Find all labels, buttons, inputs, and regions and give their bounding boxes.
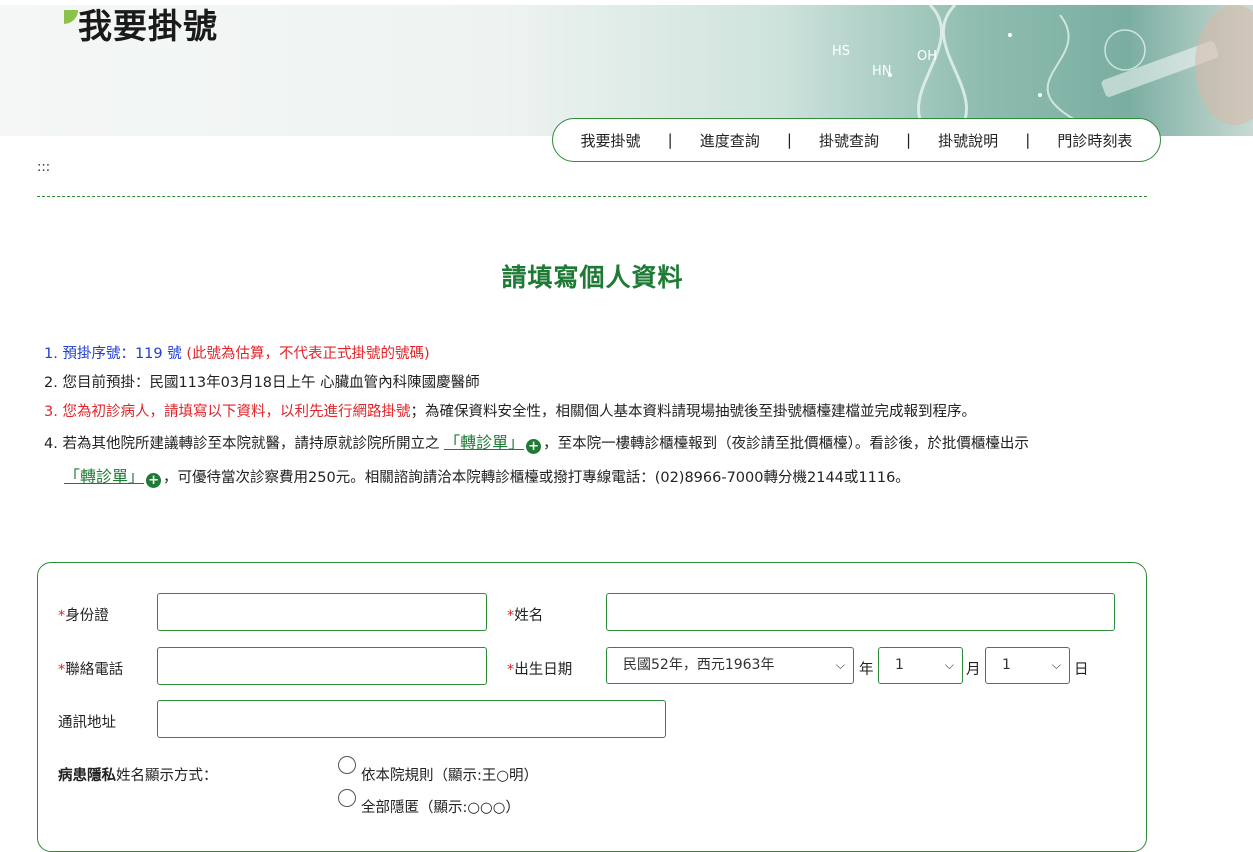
- note-item-4-continued: 「轉診單」 + ，可優待當次診察費用250元。相關諮詢請洽本院轉診櫃檯或撥打專線電話…: [44, 460, 1164, 495]
- page-title: 請填寫個人資料: [501, 263, 684, 292]
- banner-title: 我要掛號: [78, 7, 218, 47]
- personal-info-form: *身份證 *姓名 *聯絡電話 *出生日期 民國52年，西元1963年 ⌵ 年 1…: [37, 562, 1147, 852]
- birthdate-label-text: 出生日期: [514, 662, 573, 678]
- note-number: 2.: [44, 375, 58, 391]
- note-item-1: 1. 預掛序號：119 號 (此號為估算，不代表正式掛號的號碼): [44, 340, 1164, 369]
- birth-month-select[interactable]: 1 ⌵: [878, 647, 963, 684]
- birthdate-label: *出生日期: [507, 658, 572, 679]
- chevron-down-icon: ⌵: [944, 658, 954, 672]
- month-unit: 月: [966, 662, 981, 678]
- nav-item-schedule[interactable]: 門診時刻表: [1057, 130, 1132, 151]
- nav-item-register[interactable]: 我要掛號: [581, 130, 641, 151]
- id-label: *身份證: [58, 604, 109, 625]
- id-number-input[interactable]: [157, 593, 487, 631]
- address-label: 通訊地址: [58, 715, 116, 731]
- note-item-4: 4. 若為其他院所建議轉診至本院就醫，請持原就診院所開立之 「轉診單」 + ，至本院…: [44, 427, 1164, 460]
- birth-month-value: 1: [895, 657, 904, 673]
- birth-year-value: 民國52年，西元1963年: [623, 657, 775, 673]
- note-number: 4.: [44, 436, 58, 452]
- banner-deco-text-oh: OH: [917, 49, 937, 64]
- phone-label-text: 聯絡電話: [65, 662, 124, 678]
- estimate-disclaimer: (此號為估算，不代表正式掛號的號碼): [186, 346, 430, 362]
- nav-item-instructions[interactable]: 掛號說明: [938, 130, 998, 151]
- plus-circle-icon[interactable]: +: [146, 473, 162, 488]
- nav-separator: |: [1025, 131, 1031, 149]
- address-input[interactable]: [157, 700, 666, 738]
- name-label-text: 姓名: [514, 608, 544, 624]
- id-label-text: 身份證: [65, 608, 109, 624]
- referral-text: 若為其他院所建議轉診至本院就醫，請持原就診院所開立之: [62, 436, 440, 452]
- first-visit-notice: 您為初診病人，請填寫以下資料，以利先進行網路掛號: [62, 404, 411, 420]
- privacy-option-radio-1[interactable]: [338, 756, 356, 774]
- referral-form-link[interactable]: 「轉診單」: [444, 433, 524, 452]
- privacy-label-bold: 病患隱私: [58, 768, 116, 784]
- notes-list: 1. 預掛序號：119 號 (此號為估算，不代表正式掛號的號碼) 2. 您目前預…: [44, 340, 1164, 495]
- nav-separator: |: [786, 131, 792, 149]
- note-item-3: 3. 您為初診病人，請填寫以下資料，以利先進行網路掛號；為確保資料安全性，相關個…: [44, 398, 1164, 427]
- phone-label: *聯絡電話: [58, 658, 123, 679]
- privacy-label: 病患隱私姓名顯示方式：: [58, 764, 218, 785]
- security-notice: ；為確保資料安全性，相關個人基本資料請現場抽號後至掛號櫃檯建檔並完成報到程序。: [410, 404, 976, 420]
- birth-year-select[interactable]: 民國52年，西元1963年 ⌵: [606, 647, 854, 684]
- nav-separator: |: [667, 131, 673, 149]
- privacy-option-radio-2[interactable]: [338, 789, 356, 807]
- chevron-down-icon: ⌵: [835, 658, 845, 672]
- appointment-summary: 您目前預掛：民國113年03月18日上午 心臟血管內科陳國慶醫師: [62, 375, 480, 391]
- nav-item-query[interactable]: 掛號查詢: [819, 130, 879, 151]
- name-input[interactable]: [606, 593, 1115, 631]
- birth-day-value: 1: [1002, 657, 1011, 673]
- privacy-option-2-label: 全部隱匿（顯示:○○○）: [361, 800, 520, 816]
- header-banner: HS HN OH 我要掛號: [0, 5, 1253, 136]
- nav-separator: |: [906, 131, 912, 149]
- referral-form-link-2[interactable]: 「轉診單」: [64, 467, 144, 486]
- referral-text-post: ，可優待當次診察費用250元。相關諮詢請洽本院轉診櫃檯或撥打專線電話：(02)8…: [163, 470, 910, 486]
- birth-day-select[interactable]: 1 ⌵: [985, 647, 1070, 684]
- day-unit: 日: [1074, 662, 1089, 678]
- banner-deco-text-hn: HN: [872, 64, 892, 79]
- main-nav: 我要掛號 | 進度查詢 | 掛號查詢 | 掛號說明 | 門診時刻表: [552, 118, 1161, 162]
- banner-deco-text-hs: HS: [832, 44, 850, 59]
- note-item-2: 2. 您目前預掛：民國113年03月18日上午 心臟血管內科陳國慶醫師: [44, 369, 1164, 398]
- name-label: *姓名: [507, 604, 543, 625]
- plus-circle-icon[interactable]: +: [526, 439, 542, 454]
- privacy-option-1-label: 依本院規則（顯示:王○明）: [361, 768, 539, 784]
- estimated-number: 預掛序號：119 號: [62, 346, 182, 362]
- leaf-icon: [64, 10, 78, 24]
- dna-decoration-graphic: HS HN OH: [832, 5, 1253, 136]
- note-number: 1.: [44, 346, 58, 362]
- chevron-down-icon: ⌵: [1051, 658, 1061, 672]
- year-unit: 年: [859, 662, 874, 678]
- privacy-label-text: 姓名顯示方式：: [116, 768, 218, 784]
- accesskey-anchor[interactable]: :::: [37, 160, 50, 175]
- referral-text-mid: ，至本院一樓轉診櫃檯報到（夜診請至批價櫃檯）。看診後，於批價櫃檯出示: [543, 436, 1029, 452]
- divider: [37, 196, 1147, 197]
- phone-input[interactable]: [157, 647, 487, 685]
- note-number: 3.: [44, 404, 58, 420]
- nav-item-progress[interactable]: 進度查詢: [700, 130, 760, 151]
